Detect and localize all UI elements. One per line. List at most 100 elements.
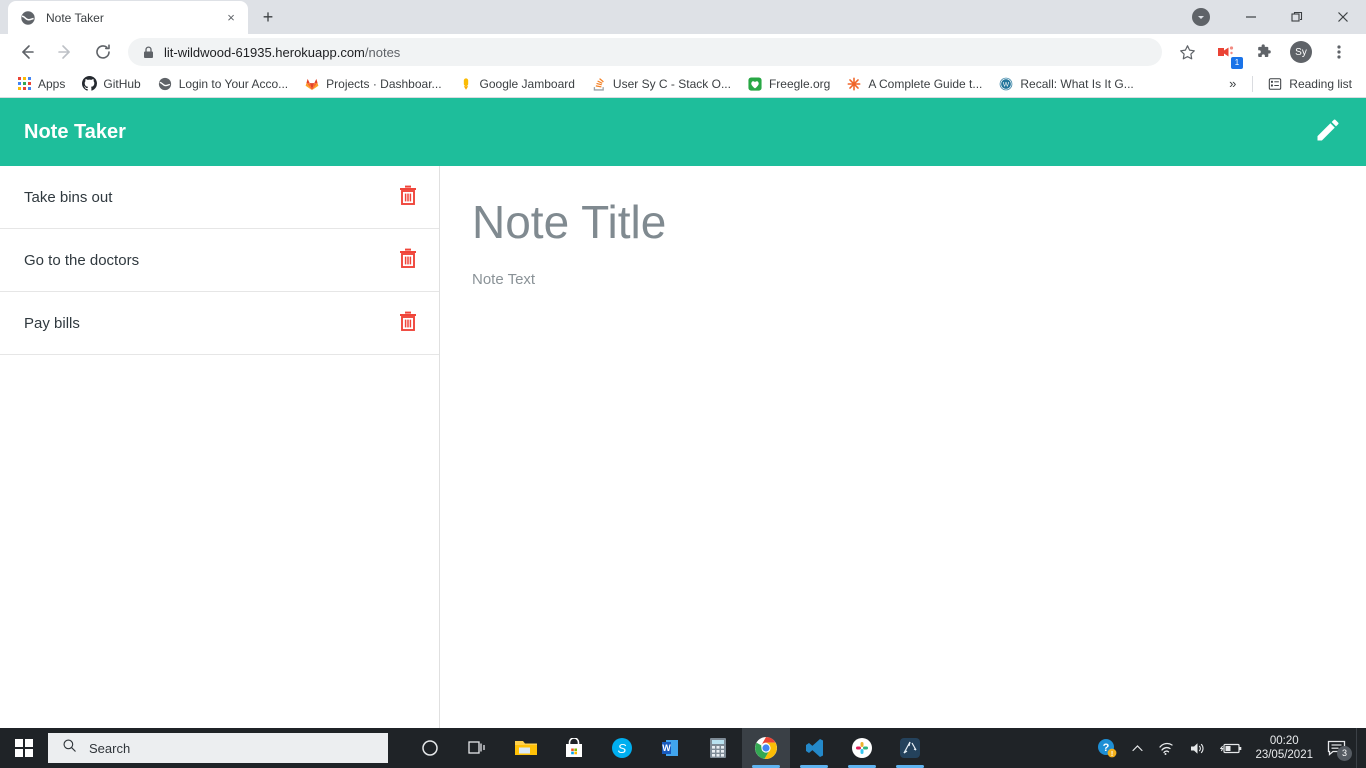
search-input[interactable]: Search [48, 733, 388, 763]
vscode-icon[interactable] [790, 728, 838, 768]
reading-list-button[interactable]: Reading list [1259, 73, 1360, 95]
bookmark-complete-guide[interactable]: A Complete Guide t... [838, 73, 990, 95]
notification-count: 3 [1337, 745, 1352, 761]
download-chevron-icon[interactable] [1192, 8, 1210, 26]
list-item[interactable]: Take bins out [0, 166, 439, 229]
microsoft-store-icon[interactable] [550, 728, 598, 768]
note-item-title: Take bins out [24, 188, 113, 206]
stackoverflow-icon [591, 76, 607, 92]
skype-icon[interactable]: S [598, 728, 646, 768]
browser-toolbar: lit-wildwood-61935.herokuapp.com/notes 1… [0, 34, 1366, 70]
restore-button[interactable] [1274, 0, 1320, 34]
svg-text:!: ! [1111, 751, 1113, 758]
bookmark-freegle[interactable]: Freegle.org [739, 73, 838, 95]
cortana-icon[interactable] [406, 728, 454, 768]
browser-tab[interactable]: Note Taker × [8, 1, 248, 34]
file-explorer-icon[interactable] [502, 728, 550, 768]
address-bar[interactable]: lit-wildwood-61935.herokuapp.com/notes [128, 38, 1162, 66]
extension-badge: 1 [1231, 57, 1243, 69]
page-title: Note Taker [24, 120, 126, 143]
task-view-icon[interactable] [454, 728, 502, 768]
design-app-icon[interactable] [886, 728, 934, 768]
url-text: lit-wildwood-61935.herokuapp.com/notes [164, 45, 400, 60]
svg-text:W: W [1003, 81, 1010, 88]
bookmark-recall[interactable]: W Recall: What Is It G... [990, 73, 1141, 95]
show-hidden-icons-icon[interactable] [1131, 742, 1144, 755]
clock-time: 00:20 [1269, 735, 1299, 747]
svg-text:S: S [618, 741, 627, 756]
new-tab-button[interactable]: + [254, 3, 282, 31]
close-icon[interactable]: × [222, 9, 240, 27]
calculator-icon[interactable] [694, 728, 742, 768]
list-item[interactable]: Go to the doctors [0, 229, 439, 292]
speaker-icon[interactable] [1189, 741, 1206, 756]
media-extension-icon[interactable]: 1 [1211, 38, 1243, 69]
windows-taskbar: Search S W ? ! 00:20 23/05/2021 3 [0, 728, 1366, 768]
gitlab-icon [304, 76, 320, 92]
bookmarks-bar: Apps GitHub Login to Your Acco... Projec… [0, 70, 1366, 98]
app-header: Note Taker [0, 98, 1366, 166]
wifi-icon[interactable] [1158, 741, 1175, 756]
search-placeholder: Search [89, 740, 131, 756]
slack-icon[interactable] [838, 728, 886, 768]
close-button[interactable] [1320, 0, 1366, 34]
bookmarks-overflow-button[interactable]: » [1219, 76, 1246, 91]
clock[interactable]: 00:20 23/05/2021 [1255, 734, 1313, 762]
bookmark-apps[interactable]: Apps [8, 73, 73, 95]
note-item-title: Pay bills [24, 314, 80, 332]
trash-icon[interactable] [399, 311, 417, 336]
freegle-icon [747, 76, 763, 92]
clock-date: 23/05/2021 [1255, 749, 1313, 761]
search-icon [62, 738, 77, 758]
action-center-icon[interactable]: 3 [1327, 740, 1352, 761]
apps-grid-icon [16, 76, 32, 92]
bookmark-label: A Complete Guide t... [868, 76, 983, 91]
window-controls [1192, 0, 1366, 34]
forward-arrow-icon [51, 38, 79, 66]
pencil-icon[interactable] [1314, 116, 1342, 149]
trash-icon[interactable] [399, 248, 417, 273]
bookmark-google-jamboard[interactable]: Google Jamboard [450, 73, 583, 95]
note-item-title: Go to the doctors [24, 251, 140, 269]
bookmark-label: GitHub [103, 76, 141, 91]
bookmarks-bar-right: » Reading list [1219, 73, 1360, 95]
globe-icon [20, 10, 36, 26]
bookmark-github[interactable]: GitHub [73, 73, 148, 95]
app-body: Take bins out Go to the doctors Pay bill… [0, 166, 1366, 728]
bookmark-label: Freegle.org [768, 76, 831, 91]
reading-list-label: Reading list [1289, 76, 1352, 91]
trash-icon[interactable] [399, 185, 417, 210]
word-icon[interactable]: W [646, 728, 694, 768]
divider [1252, 75, 1254, 92]
wordpress-icon: W [998, 76, 1014, 92]
minimize-button[interactable] [1228, 0, 1274, 34]
bookmark-login-account[interactable]: Login to Your Acco... [149, 73, 296, 95]
css-tricks-icon [846, 76, 862, 92]
reading-list-icon [1267, 76, 1283, 92]
note-text-input[interactable]: Note Text [472, 271, 1366, 288]
star-icon[interactable] [1173, 38, 1201, 66]
bookmark-label: User Sy C - Stack O... [612, 76, 731, 91]
help-question-icon[interactable]: ? ! [1097, 738, 1117, 758]
bookmark-label: Login to Your Acco... [178, 76, 289, 91]
tab-title: Note Taker [46, 10, 104, 25]
jamboard-icon [458, 76, 474, 92]
system-tray: ? ! 00:20 23/05/2021 3 [1090, 728, 1366, 768]
kebab-menu-icon[interactable] [1325, 38, 1353, 66]
puzzle-icon[interactable] [1249, 38, 1277, 66]
show-desktop-button[interactable] [1356, 728, 1362, 768]
profile-initials: Sy [1290, 41, 1312, 63]
avatar[interactable]: Sy [1287, 38, 1315, 66]
bookmark-label: Recall: What Is It G... [1020, 76, 1134, 91]
battery-charging-icon[interactable] [1220, 742, 1242, 755]
bookmark-label: Projects · Dashboar... [326, 76, 442, 91]
back-arrow-icon[interactable] [13, 38, 41, 66]
bookmark-projects-dashboard[interactable]: Projects · Dashboar... [296, 73, 449, 95]
chrome-icon[interactable] [742, 728, 790, 768]
list-item[interactable]: Pay bills [0, 292, 439, 355]
reload-icon[interactable] [89, 38, 117, 66]
bookmark-stack-overflow[interactable]: User Sy C - Stack O... [583, 73, 739, 95]
note-title-input[interactable]: Note Title [472, 196, 1366, 249]
windows-start-icon[interactable] [0, 728, 48, 768]
page-content: Note Taker Take bins out Go to the docto… [0, 98, 1366, 728]
